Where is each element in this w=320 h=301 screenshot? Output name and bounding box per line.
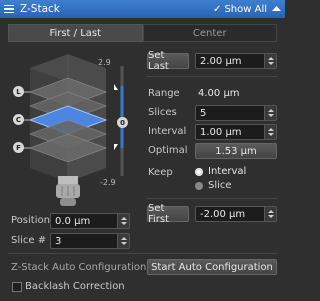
position-stepper[interactable] xyxy=(117,214,129,228)
show-all-label: Show All xyxy=(224,3,267,15)
keep-slice-label: Slice xyxy=(208,180,232,191)
backlash-checkbox[interactable] xyxy=(12,282,22,292)
slices-stepper[interactable] xyxy=(264,106,276,120)
collapse-icon[interactable] xyxy=(272,5,281,12)
slice-number-stepper[interactable] xyxy=(117,234,129,248)
z-top-value: 2.9 xyxy=(98,58,111,67)
position-input[interactable]: 0.0 µm xyxy=(50,213,130,229)
interval-label: Interval xyxy=(148,126,187,137)
menu-icon[interactable] xyxy=(4,4,14,14)
first-marker-icon[interactable] xyxy=(114,144,118,150)
start-auto-config-button[interactable]: Start Auto Configuration xyxy=(147,259,277,275)
slices-label: Slices xyxy=(148,107,177,118)
objective-icon xyxy=(56,176,80,206)
first-position-value: -2.00 µm xyxy=(200,208,246,220)
keep-label: Keep xyxy=(148,167,173,178)
tab-bar: First / Last Center xyxy=(8,24,277,42)
checkmark-icon: ✓ xyxy=(213,3,222,15)
keep-interval-radio[interactable]: Interval xyxy=(195,166,246,177)
tab-center[interactable]: Center xyxy=(142,24,277,42)
optimal-button[interactable]: 1.53 µm xyxy=(195,143,277,159)
range-label: Range xyxy=(148,88,180,99)
set-last-button[interactable]: Set Last xyxy=(147,50,189,72)
separator xyxy=(147,198,277,199)
first-position-stepper[interactable] xyxy=(264,207,276,221)
range-value: 4.00 µm xyxy=(198,88,240,99)
last-position-input[interactable]: 2.00 µm xyxy=(195,53,277,69)
optimal-label: Optimal xyxy=(148,145,188,156)
marker-current-button[interactable]: C xyxy=(13,114,24,125)
backlash-label: Backlash Correction xyxy=(25,281,125,292)
title-bar: Z-Stack ✓ Show All xyxy=(0,0,285,18)
show-all-toggle[interactable]: ✓ Show All xyxy=(213,0,267,18)
slices-value: 5 xyxy=(200,107,207,119)
radio-unselected-icon xyxy=(195,181,203,190)
last-position-value: 2.00 µm xyxy=(200,55,242,67)
z-slider-handle[interactable]: 0 xyxy=(117,117,128,128)
z-stack-diagram xyxy=(21,54,124,206)
slice-number-input[interactable]: 3 xyxy=(50,233,130,249)
marker-last-button[interactable]: L xyxy=(13,86,24,97)
first-position-input[interactable]: -2.00 µm xyxy=(195,206,277,222)
set-first-button[interactable]: Set First xyxy=(147,203,189,225)
position-value: 0.0 µm xyxy=(55,215,91,227)
last-position-stepper[interactable] xyxy=(264,54,276,68)
separator xyxy=(8,253,277,254)
z-bottom-value: -2.9 xyxy=(100,178,116,187)
radio-selected-icon xyxy=(195,167,203,176)
separator xyxy=(147,76,277,77)
tab-first-last[interactable]: First / Last xyxy=(8,24,143,42)
keep-slice-radio[interactable]: Slice xyxy=(195,180,232,191)
interval-stepper[interactable] xyxy=(264,125,276,139)
last-marker-icon[interactable] xyxy=(114,84,118,90)
marker-first-button[interactable]: F xyxy=(13,142,24,153)
auto-config-label: Z-Stack Auto Configuration xyxy=(11,262,147,273)
slice-number-label: Slice # xyxy=(11,235,47,246)
keep-interval-label: Interval xyxy=(208,166,247,177)
interval-value: 1.00 µm xyxy=(200,126,242,138)
panel-title: Z-Stack xyxy=(20,3,60,15)
position-label: Position xyxy=(11,215,50,226)
slices-input[interactable]: 5 xyxy=(195,105,277,121)
slice-number-value: 3 xyxy=(55,235,62,247)
interval-input[interactable]: 1.00 µm xyxy=(195,124,277,140)
